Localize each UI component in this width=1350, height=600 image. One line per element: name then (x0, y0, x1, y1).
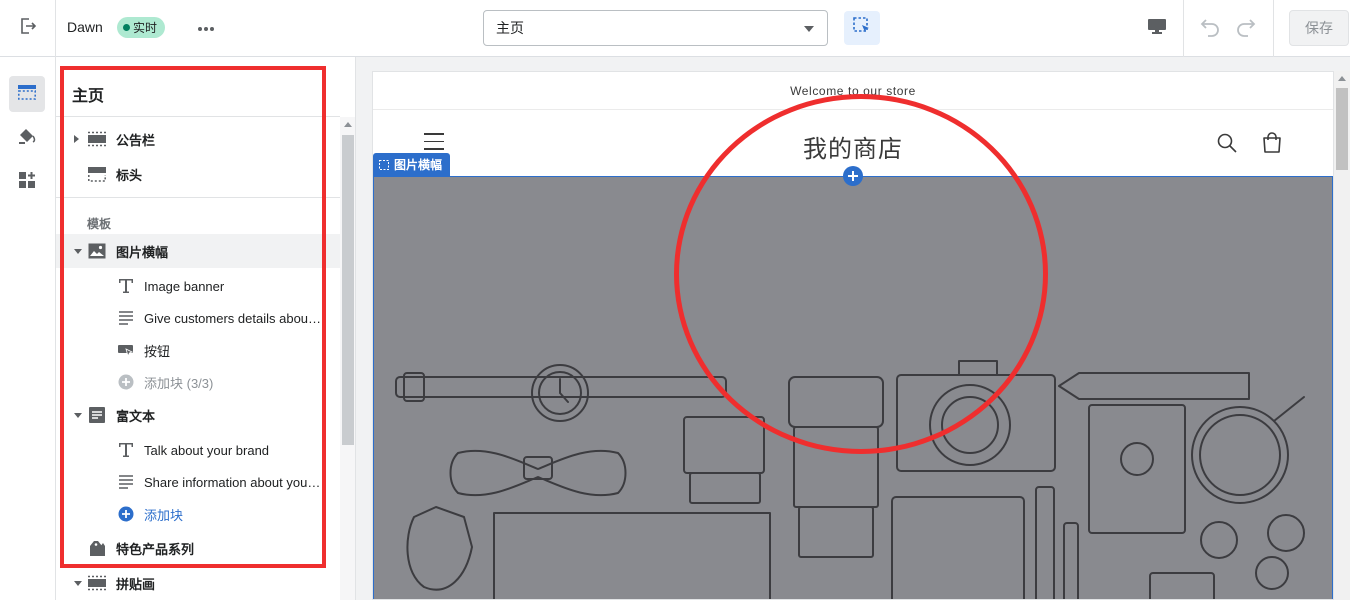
text-icon (116, 276, 136, 296)
block-label: Give customers details about the banner … (144, 310, 324, 326)
scroll-up-arrow-icon[interactable] (344, 122, 352, 127)
desktop-icon (1147, 16, 1167, 41)
sections-icon (17, 82, 37, 107)
image-banner[interactable] (373, 176, 1333, 599)
block-item-heading[interactable]: Talk about your brand (56, 433, 340, 467)
section-item-rich-text[interactable]: 富文本 (56, 398, 340, 432)
more-actions-button[interactable] (193, 17, 219, 39)
chevron-down-icon[interactable] (74, 413, 82, 418)
exit-button[interactable] (0, 0, 56, 57)
section-item-announcement-bar[interactable]: 公告栏 (56, 122, 340, 156)
block-label: 按钮 (144, 343, 171, 359)
section-grid-icon (379, 159, 389, 170)
sections-panel: 主页 公告栏 标头 模板 图片横幅 Image banner Give cust… (56, 57, 356, 600)
section-label: 图片横幅 (116, 244, 169, 260)
paragraph-icon (116, 308, 136, 328)
section-item-image-banner[interactable]: 图片横幅 (56, 234, 340, 268)
section-label: 标头 (116, 167, 143, 183)
store-preview: Welcome to our store 我的商店 图片横幅 (372, 71, 1334, 600)
block-label: Share information about your brand with … (144, 474, 324, 490)
save-button[interactable]: 保存 (1289, 10, 1349, 46)
add-section-button[interactable] (843, 166, 863, 186)
live-badge-label: 实时 (133, 21, 158, 35)
search-icon[interactable] (1216, 132, 1238, 159)
inspector-toggle-button[interactable] (844, 11, 880, 45)
add-circle-icon (116, 504, 136, 524)
add-circle-icon (116, 372, 136, 392)
chevron-down-icon (804, 26, 814, 32)
image-icon (87, 241, 107, 261)
block-item-text[interactable]: Share information about your brand with … (56, 465, 340, 499)
panel-title: 主页 (72, 88, 105, 105)
rail-sections-button[interactable] (9, 76, 45, 112)
top-bar: Dawn 实时 主页 保存 (0, 0, 1350, 57)
exit-icon (18, 16, 38, 41)
live-dot-icon (123, 24, 130, 31)
add-block-label: 添加块 (3/3) (144, 375, 214, 391)
chevron-right-icon[interactable] (74, 135, 79, 143)
preview-scrollbar-thumb[interactable] (1336, 88, 1348, 170)
block-item-heading[interactable]: Image banner (56, 269, 340, 303)
section-label: 特色产品系列 (116, 541, 195, 557)
left-rail (0, 57, 56, 600)
theme-settings-icon (17, 126, 37, 151)
undo-icon (1199, 15, 1221, 42)
rail-app-embeds-button[interactable] (9, 164, 45, 200)
section-item-collage[interactable]: 拼贴画 (56, 566, 340, 600)
chevron-down-icon[interactable] (74, 581, 82, 586)
announcement-bar-icon (87, 129, 107, 149)
plus-icon (847, 170, 859, 182)
section-label: 富文本 (116, 408, 156, 424)
app-embeds-icon (17, 170, 37, 195)
divider (1183, 0, 1184, 57)
theme-name: Dawn (67, 19, 103, 35)
section-label: 拼贴画 (116, 576, 156, 592)
announcement-bar[interactable]: Welcome to our store (373, 72, 1333, 110)
section-label: 公告栏 (116, 132, 156, 148)
live-status-badge: 实时 (117, 17, 166, 38)
section-item-featured-collection[interactable]: 特色产品系列 (56, 531, 340, 565)
header-icon (87, 164, 107, 184)
device-preview-button[interactable] (1137, 11, 1177, 45)
redo-icon (1235, 15, 1257, 42)
undo-button[interactable] (1195, 13, 1225, 43)
collage-icon (87, 573, 107, 593)
rail-theme-settings-button[interactable] (9, 120, 45, 156)
add-block-button-disabled[interactable]: 添加块 (3/3) (56, 365, 340, 399)
add-block-label: 添加块 (144, 507, 184, 523)
store-name[interactable]: 我的商店 (373, 129, 1333, 164)
block-item-button[interactable]: 按钮 (56, 333, 340, 367)
cart-icon[interactable] (1260, 131, 1284, 160)
panel-scrollbar-thumb[interactable] (342, 135, 354, 445)
divider (56, 197, 340, 198)
scroll-up-arrow-icon[interactable] (1338, 76, 1346, 81)
text-icon (116, 440, 136, 460)
more-horizontal-icon (197, 19, 215, 37)
collection-icon (87, 538, 107, 558)
template-group-label: 模板 (87, 217, 112, 231)
section-item-header[interactable]: 标头 (56, 157, 340, 191)
paragraph-icon (116, 472, 136, 492)
select-element-icon (852, 16, 872, 41)
block-label: Talk about your brand (144, 442, 270, 458)
block-label: Image banner (144, 278, 225, 294)
rich-text-icon (87, 405, 107, 425)
product-illustration-image (395, 360, 1305, 599)
divider (1273, 0, 1274, 57)
divider (56, 116, 340, 117)
chevron-down-icon[interactable] (74, 249, 82, 254)
page-select-value: 主页 (496, 20, 524, 36)
block-item-text[interactable]: Give customers details about the banner … (56, 301, 340, 335)
add-block-button[interactable]: 添加块 (56, 497, 340, 531)
redo-button[interactable] (1231, 13, 1261, 43)
section-tag-label: 图片横幅 (394, 158, 443, 172)
button-icon (116, 340, 136, 360)
page-select[interactable]: 主页 (483, 10, 828, 46)
selected-section-tag[interactable]: 图片横幅 (373, 153, 451, 176)
